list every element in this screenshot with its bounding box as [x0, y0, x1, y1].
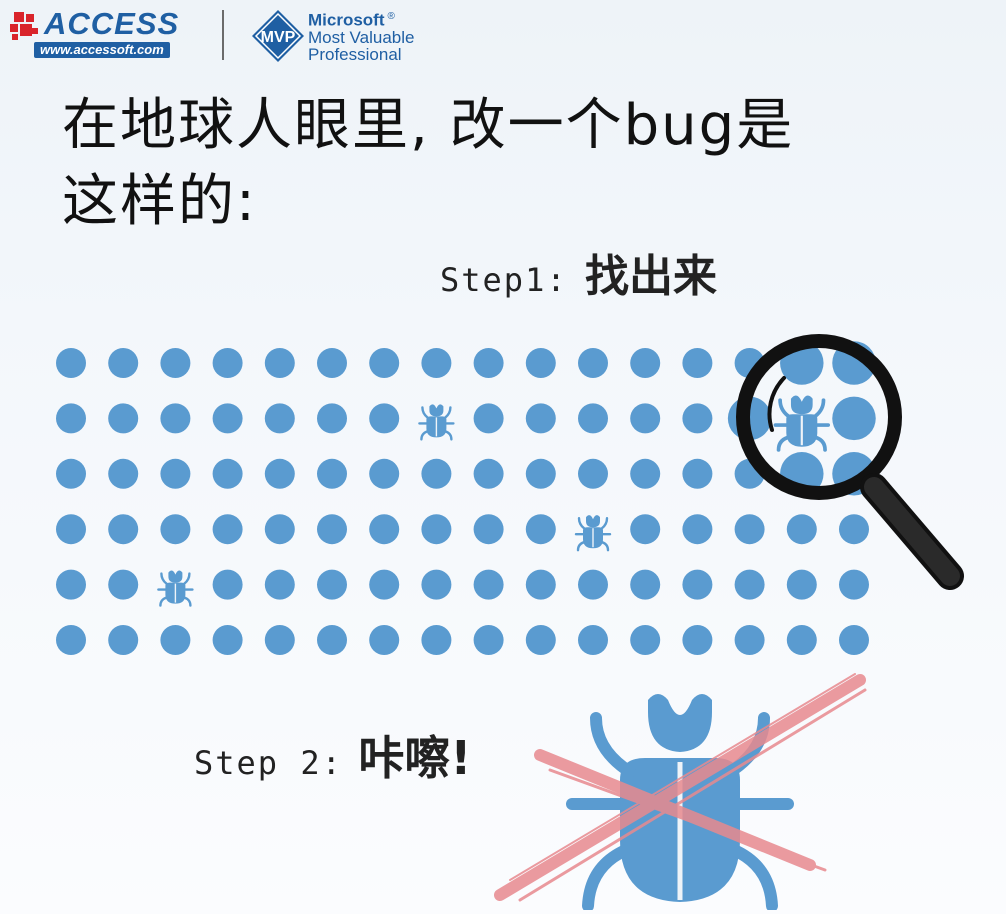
grid-dot: [525, 458, 556, 489]
grid-dot: [682, 403, 713, 434]
bug-icon: [566, 694, 794, 910]
grid-dot: [56, 458, 86, 489]
grid-dot: [839, 514, 869, 545]
grid-dot: [56, 625, 86, 655]
grid-dot: [317, 514, 347, 545]
grid-dot: [369, 625, 400, 655]
grid-dot: [108, 625, 139, 655]
grid-dot: [317, 569, 347, 600]
grid-dot: [212, 403, 243, 434]
small-bug-icon: [418, 404, 455, 441]
grid-dot: [369, 403, 400, 434]
grid-dot: [160, 458, 191, 489]
grid-dot: [160, 348, 191, 378]
grid-dot: [473, 348, 504, 378]
grid-dot: [108, 569, 139, 600]
grid-dot: [630, 458, 661, 489]
small-bug-icon: [574, 515, 612, 552]
grid-dot: [421, 458, 452, 489]
grid-dot: [421, 348, 452, 378]
grid-dot: [212, 514, 243, 545]
grid-dot: [56, 348, 86, 378]
grid-dot: [56, 514, 86, 545]
grid-dot: [525, 569, 556, 600]
grid-dot: [369, 569, 400, 600]
step2-action: 咔嚓!: [358, 731, 472, 785]
grid-dot: [317, 403, 347, 434]
big-bug-crossed: [494, 673, 867, 910]
grid-dot: [682, 348, 713, 378]
small-bug-icon: [157, 570, 194, 607]
grid-dot: [525, 348, 556, 378]
grid-dot: [832, 396, 876, 441]
grid-dot: [264, 403, 295, 434]
grid-dot: [473, 514, 504, 545]
grid-dot: [317, 348, 347, 378]
grid-dot: [578, 458, 608, 489]
grid-dot: [578, 348, 608, 378]
grid-dot: [264, 625, 295, 655]
grid-dot: [160, 625, 191, 655]
grid-dot: [682, 569, 713, 600]
grid-dot: [630, 625, 661, 655]
grid-dot: [160, 514, 191, 545]
grid-dot: [317, 625, 347, 655]
grid-dot: [630, 569, 661, 600]
grid-dot: [421, 569, 452, 600]
grid-dot: [682, 514, 713, 545]
grid-dot: [786, 625, 817, 655]
grid-dot: [264, 348, 295, 378]
grid-dot: [108, 348, 139, 378]
grid-dot: [630, 348, 661, 378]
grid-dot: [839, 569, 869, 600]
grid-dot: [473, 403, 504, 434]
grid-dot: [682, 625, 713, 655]
grid-dot: [56, 403, 86, 434]
grid-dot: [369, 348, 400, 378]
grid-dot: [212, 569, 243, 600]
grid-dot: [525, 514, 556, 545]
grid-dot: [264, 458, 295, 489]
grid-dot: [369, 514, 400, 545]
grid-dot: [108, 458, 139, 489]
grid-dot: [160, 403, 191, 434]
grid-dot: [473, 569, 504, 600]
step2-label: Step 2: 咔嚓!: [194, 722, 471, 788]
grid-dot: [212, 458, 243, 489]
grid-dot: [734, 514, 765, 545]
grid-dot: [421, 514, 452, 545]
grid-dot: [56, 569, 86, 600]
grid-dot: [525, 625, 556, 655]
grid-dot: [264, 569, 295, 600]
grid-dot: [369, 458, 400, 489]
grid-dot: [108, 403, 139, 434]
grid-dot: [630, 514, 661, 545]
step2-prefix: Step 2:: [194, 744, 343, 782]
grid-dot: [786, 514, 817, 545]
grid-dot: [630, 403, 661, 434]
grid-dot: [734, 569, 765, 600]
grid-dot: [108, 514, 139, 545]
grid-dot: [525, 403, 556, 434]
grid-dot: [212, 348, 243, 378]
grid-dot: [839, 625, 869, 655]
grid-dot: [473, 458, 504, 489]
grid-dot: [212, 625, 243, 655]
grid-dot: [421, 625, 452, 655]
grid-dot: [786, 569, 817, 600]
grid-dot: [578, 403, 608, 434]
grid-dot: [264, 514, 295, 545]
small-bug-icon: [773, 395, 831, 452]
grid-dot: [734, 625, 765, 655]
grid-dot: [578, 625, 608, 655]
grid-dot: [682, 458, 713, 489]
grid-dot: [578, 569, 608, 600]
grid-dot: [317, 458, 347, 489]
grid-dot: [473, 625, 504, 655]
